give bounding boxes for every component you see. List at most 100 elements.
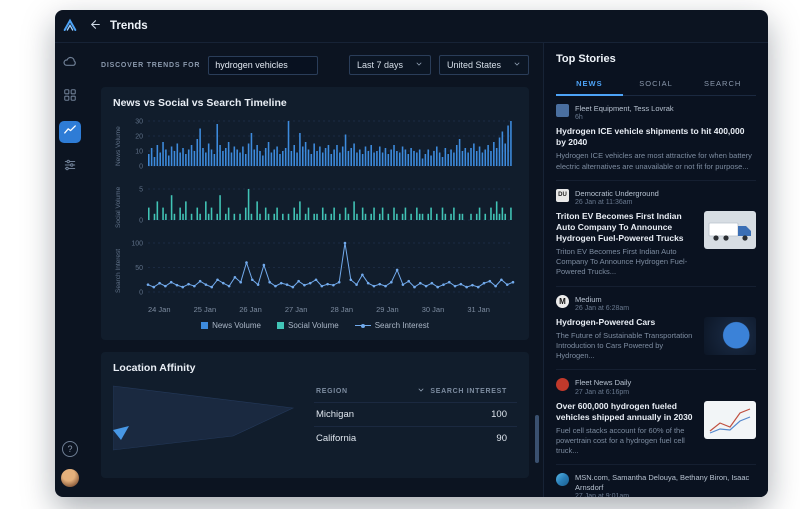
sidebar: ?: [55, 43, 85, 497]
sidebar-item-dashboard[interactable]: [61, 88, 79, 106]
story-source: Fleet News Daily: [575, 378, 632, 388]
story-source-icon: DU: [556, 188, 569, 202]
top-stories-panel: Top Stories NEWS SOCIAL SEARCH Fleet Equ…: [543, 43, 768, 497]
story-headline: Triton EV Becomes First Indian Auto Comp…: [556, 211, 684, 244]
story-snippet: The Future of Sustainable Transportation…: [556, 331, 693, 361]
tab-search[interactable]: SEARCH: [689, 74, 756, 95]
region-cell: Michigan: [316, 409, 355, 420]
tab-news[interactable]: NEWS: [556, 74, 623, 96]
legend-news-volume[interactable]: News Volume: [201, 321, 261, 330]
legend-social-volume[interactable]: Social Volume: [276, 321, 339, 330]
location-affinity-title: Location Affinity: [113, 362, 196, 374]
table-row[interactable]: California 90: [314, 426, 517, 450]
tab-social[interactable]: SOCIAL: [623, 74, 690, 95]
story-headline: Over 600,000 hydrogen fueled vehicles sh…: [556, 400, 693, 422]
news-volume-swatch: [201, 322, 209, 329]
svg-text:10: 10: [135, 149, 143, 156]
location-table-header: REGION SEARCH INTEREST: [314, 382, 517, 402]
svg-text:0: 0: [139, 290, 143, 297]
story-item[interactable]: Fleet News Daily 27 Jan at 6:16pm Over 6…: [556, 370, 756, 466]
svg-text:20: 20: [135, 134, 143, 141]
story-source: Fleet Equipment, Tess Lovrak: [575, 104, 674, 113]
x-axis-tick-label: 30 Jan: [421, 305, 445, 314]
x-axis-tick-label: 29 Jan: [376, 305, 399, 314]
main-scrollbar-thumb[interactable]: [535, 415, 539, 463]
search-interest-column-header[interactable]: SEARCH INTEREST: [417, 386, 507, 396]
story-source: Democratic Underground: [575, 188, 659, 198]
story-item[interactable]: M Medium 26 Jan at 6:28am Hydrogen-Power…: [556, 287, 756, 371]
timeline-card-title: News vs Social vs Search Timeline: [113, 97, 287, 109]
sort-chevron-icon: [417, 386, 425, 396]
trend-search-input[interactable]: [208, 55, 319, 75]
legend-search-interest[interactable]: Search Interest: [354, 321, 429, 330]
table-row[interactable]: Michigan 100: [314, 402, 517, 426]
help-icon[interactable]: ?: [62, 441, 78, 457]
story-snippet: Triton EV Becomes First Indian Auto Comp…: [556, 247, 688, 277]
trend-line-icon: [63, 123, 77, 142]
story-source: Medium: [575, 294, 602, 304]
svg-text:30: 30: [135, 119, 143, 126]
svg-text:0: 0: [139, 164, 143, 171]
date-range-select[interactable]: Last 7 days: [348, 55, 431, 75]
timeline-x-axis: 24 Jan 25 Jan 26 Jan 27 Jan 28 Jan 29 Jan 30 J…: [124, 303, 517, 315]
region-cell: California: [316, 433, 357, 444]
region-select[interactable]: United States: [438, 55, 529, 75]
story-item[interactable]: MSN.com, Samantha Delouya, Bethany Biron…: [556, 465, 756, 497]
app-logo-icon[interactable]: [55, 18, 85, 34]
story-snippet: Fuel cell stacks account for 60% of the …: [556, 425, 685, 456]
user-avatar[interactable]: [61, 469, 79, 487]
location-affinity-card: Location Affinity REGION SEARCH INTEREST…: [101, 352, 529, 478]
page-background: Trends ? DISCOVER TRENDS FOR hydrogen ve…: [0, 0, 800, 509]
story-item[interactable]: Fleet Equipment, Tess Lovrak 6h Hydrogen…: [556, 96, 756, 181]
story-headline: Hydrogen ICE vehicle shipments to hit 40…: [556, 126, 745, 148]
back-button[interactable]: [87, 16, 104, 36]
top-stories-tabs: NEWS SOCIAL SEARCH: [556, 74, 756, 96]
sidebar-item-cloud[interactable]: [61, 55, 79, 73]
stories-list: Fleet Equipment, Tess Lovrak 6h Hydrogen…: [556, 96, 756, 497]
svg-text:5: 5: [139, 187, 143, 194]
story-source-icon: [556, 378, 569, 392]
social-volume-swatch: [276, 322, 284, 329]
social-volume-chart: 05: [124, 184, 517, 231]
chevron-down-icon: [415, 60, 423, 70]
x-axis-tick-label: 25 Jan: [193, 305, 217, 314]
story-thumbnail: [704, 211, 756, 250]
trend-controls: DISCOVER TRENDS FOR Last 7 days United S…: [101, 55, 529, 75]
story-snippet: Hydrogen ICE vehicles are most attractiv…: [556, 151, 752, 171]
x-axis-tick-label: 31 Jan: [467, 305, 490, 314]
chart-legend: News Volume Social Volume Search Interes…: [113, 321, 517, 330]
search-interest-chart: 0 50 100: [124, 238, 517, 303]
svg-text:100: 100: [131, 241, 143, 248]
sliders-icon: [63, 158, 77, 177]
x-axis-tick-label: 24 Jan: [148, 305, 171, 314]
location-map[interactable]: [113, 382, 298, 468]
story-source: MSN.com, Samantha Delouya, Bethany Biron…: [575, 473, 750, 492]
cloud-icon: [62, 54, 78, 75]
region-column-header[interactable]: REGION: [316, 388, 348, 395]
story-headline: Hydrogen-Powered Cars: [556, 316, 656, 327]
timeline-card: News vs Social vs Search Timeline News V…: [101, 87, 529, 340]
sidebar-item-settings[interactable]: [61, 158, 79, 176]
story-source-icon: M: [556, 294, 569, 308]
search-interest-line-swatch: [354, 322, 371, 329]
search-interest-cell: 100: [491, 409, 507, 420]
discover-trends-label: DISCOVER TRENDS FOR: [101, 61, 201, 69]
story-timestamp: 26 Jan at 6:28am: [575, 304, 630, 312]
page-title: Trends: [110, 20, 148, 32]
x-axis-tick-label: 27 Jan: [284, 305, 308, 314]
story-item[interactable]: DU Democratic Underground 26 Jan at 11:3…: [556, 181, 756, 287]
search-interest-cell: 90: [496, 433, 507, 444]
x-axis-tick-label: 28 Jan: [330, 305, 354, 314]
story-timestamp: 27 Jan at 6:16pm: [575, 388, 630, 396]
social-volume-axis-label: Social Volume: [115, 186, 122, 229]
x-axis-tick-label: 26 Jan: [239, 305, 262, 314]
location-table: REGION SEARCH INTEREST Michigan 100 Cali…: [314, 382, 517, 468]
grid-icon: [63, 88, 77, 107]
sidebar-item-trends[interactable]: [59, 121, 81, 143]
news-volume-chart: 0 10 20 30: [124, 116, 517, 177]
story-timestamp: 27 Jan at 9:01am: [575, 493, 630, 497]
story-thumbnail: [704, 400, 756, 439]
svg-text:50: 50: [135, 265, 143, 272]
story-timestamp: 26 Jan at 11:36am: [575, 199, 633, 207]
story-timestamp: 6h: [575, 114, 583, 122]
